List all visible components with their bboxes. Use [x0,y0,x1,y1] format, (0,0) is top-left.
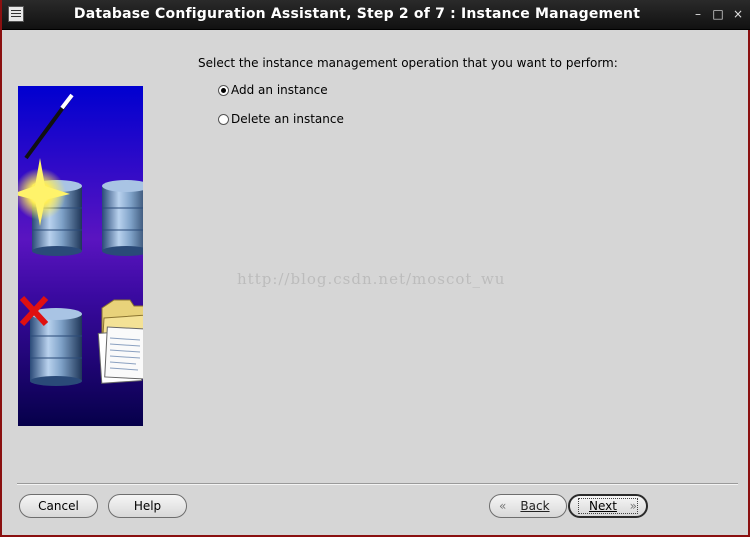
radio-delete-instance-label[interactable]: Delete an instance [231,112,344,126]
chevron-left-icon: « [499,499,507,513]
database-delete-icon [19,295,82,386]
radio-unselected-icon[interactable] [218,114,229,125]
watermark-text: http://blog.csdn.net/moscot_wu [237,270,506,288]
cancel-button-label: Cancel [38,499,79,513]
radio-add-instance-label[interactable]: Add an instance [231,83,328,97]
database-checklist-icon [102,180,143,256]
close-button[interactable]: × [731,8,745,20]
back-button-label: Back [520,499,550,513]
minimize-button[interactable]: – [691,8,705,20]
folder-documents-icon [97,299,143,384]
maximize-button[interactable]: □ [711,8,725,20]
window-title: Database Configuration Assistant, Step 2… [73,6,641,22]
wizard-illustration [18,86,143,426]
footer-separator [17,483,738,485]
radio-selected-icon[interactable] [218,85,229,96]
next-button-label: Next [589,499,617,513]
help-button[interactable]: Help [108,494,187,518]
help-button-label: Help [133,499,162,513]
dialog-window: Database Configuration Assistant, Step 2… [0,0,750,537]
next-button[interactable]: Next » [568,494,648,518]
title-bar[interactable]: Database Configuration Assistant, Step 2… [2,0,750,30]
back-button[interactable]: « Back [489,494,567,518]
chevron-right-icon: » [629,499,637,513]
instruction-text: Select the instance management operation… [198,56,618,70]
cancel-button[interactable]: Cancel [19,494,98,518]
